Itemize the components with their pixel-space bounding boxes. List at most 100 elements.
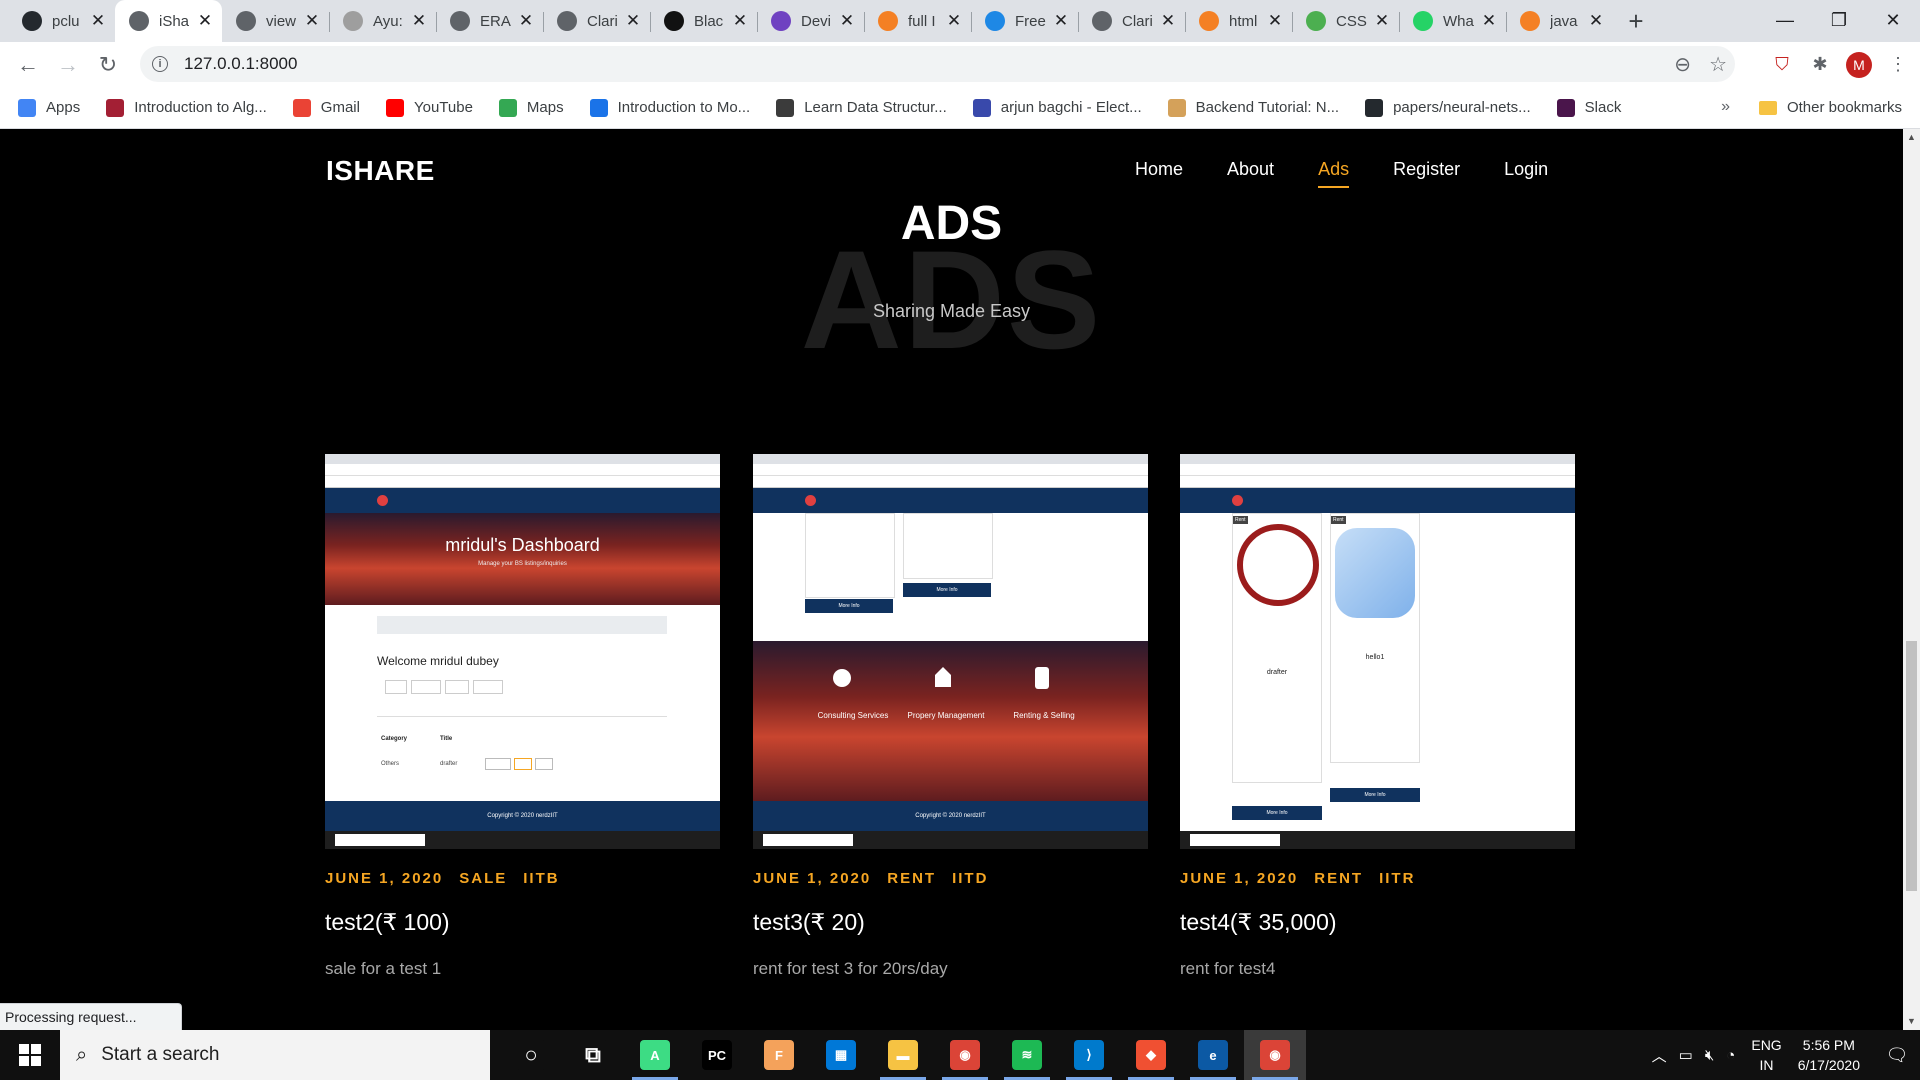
browser-tab[interactable]: java ✕ [1506, 0, 1613, 42]
listing-title[interactable]: test4(₹ 35,000) [1180, 909, 1575, 936]
tab-close-icon[interactable]: ✕ [1266, 11, 1284, 31]
bookmark-item[interactable]: Apps [18, 98, 80, 117]
info-icon[interactable]: i [152, 56, 168, 72]
browser-tab[interactable]: Devi ✕ [757, 0, 864, 42]
tab-close-icon[interactable]: ✕ [89, 11, 107, 31]
taskbar-app-chrome-active[interactable]: ◉ [1244, 1030, 1306, 1080]
listing-card[interactable]: Rent drafter More Info Rent hello1 More … [1180, 454, 1575, 979]
bookmark-item[interactable]: Slack [1556, 98, 1621, 117]
volume-muted-icon[interactable]: 🔇︎ [1705, 1047, 1714, 1064]
taskbar-app-vscode[interactable]: ⟩ [1058, 1030, 1120, 1080]
forward-icon[interactable]: → [48, 47, 88, 83]
listing-title[interactable]: test3(₹ 20) [753, 909, 1148, 936]
other-bookmarks[interactable]: Other bookmarks [1758, 99, 1902, 116]
tab-close-icon[interactable]: ✕ [1159, 11, 1177, 31]
taskbar-app-spotify[interactable]: ≋ [996, 1030, 1058, 1080]
browser-tab[interactable]: ERA ✕ [436, 0, 543, 42]
back-icon[interactable]: ← [8, 47, 48, 83]
extensions-puzzle-icon[interactable]: ✱ [1808, 53, 1832, 77]
tab-close-icon[interactable]: ✕ [410, 11, 428, 31]
nav-link-register[interactable]: Register [1393, 159, 1460, 188]
bookmark-item[interactable]: papers/neural-nets... [1365, 98, 1531, 117]
tab-close-icon[interactable]: ✕ [1587, 11, 1605, 31]
tab-close-icon[interactable]: ✕ [945, 11, 963, 31]
listing-thumbnail[interactable]: Rent drafter More Info Rent hello1 More … [1180, 454, 1575, 849]
bookmark-item[interactable]: Maps [498, 98, 564, 117]
listing-title[interactable]: test2(₹ 100) [325, 909, 720, 936]
taskbar-search[interactable]: ⌕ Start a search [60, 1030, 490, 1080]
menu-kebab-icon[interactable]: ⋮ [1886, 53, 1910, 77]
taskbar-app-cortana[interactable]: ○ [500, 1030, 562, 1080]
taskbar-app-foxit[interactable]: F [748, 1030, 810, 1080]
notification-center-icon[interactable]: 🗨︎ [1874, 1030, 1920, 1080]
listing-card[interactable]: More Info More Info Consulting Services … [753, 454, 1148, 979]
scroll-up-arrow-icon[interactable]: ▲ [1903, 129, 1920, 146]
browser-tab[interactable]: Clari ✕ [543, 0, 650, 42]
chevron-up-icon[interactable]: ︿ [1652, 1045, 1667, 1066]
tab-close-icon[interactable]: ✕ [1052, 11, 1070, 31]
listing-thumbnail[interactable]: More Info More Info Consulting Services … [753, 454, 1148, 849]
bookmark-item[interactable]: Learn Data Structur... [776, 98, 947, 117]
start-button[interactable] [0, 1030, 60, 1080]
bookmark-item[interactable]: arjun bagchi - Elect... [972, 98, 1142, 117]
nav-link-home[interactable]: Home [1135, 159, 1183, 188]
taskbar-app-git[interactable]: ◆ [1120, 1030, 1182, 1080]
taskbar-app-pycharm[interactable]: PC [686, 1030, 748, 1080]
tab-close-icon[interactable]: ✕ [517, 11, 535, 31]
bookmark-item[interactable]: Introduction to Alg... [106, 98, 267, 117]
page-scrollbar[interactable]: ▲ ▼ [1903, 129, 1920, 1030]
url-text[interactable]: 127.0.0.1:8000 [184, 54, 297, 74]
taskbar-app-file-explorer[interactable]: ▬ [872, 1030, 934, 1080]
bookmark-item[interactable]: Gmail [292, 98, 360, 117]
bookmark-item[interactable]: Introduction to Mo... [589, 98, 750, 117]
nav-link-login[interactable]: Login [1504, 159, 1548, 188]
taskbar-app-edge[interactable]: e [1182, 1030, 1244, 1080]
browser-tab[interactable]: Ayu: ✕ [329, 0, 436, 42]
listing-card[interactable]: mridul's Dashboard Manage your BS listin… [325, 454, 720, 979]
taskbar-app-android-studio[interactable]: A [624, 1030, 686, 1080]
taskbar-app-store[interactable]: ▦ [810, 1030, 872, 1080]
pocket-extension-icon[interactable]: ⛉ [1770, 53, 1794, 77]
site-logo[interactable]: ISHARE [326, 155, 435, 187]
minimize-icon[interactable]: — [1758, 0, 1812, 40]
tab-close-icon[interactable]: ✕ [1480, 11, 1498, 31]
browser-tab[interactable]: pclu ✕ [8, 0, 115, 42]
tab-close-icon[interactable]: ✕ [303, 11, 321, 31]
zoom-icon[interactable]: ⊖ [1674, 52, 1691, 77]
taskbar-app-task-view[interactable]: ⧉ [562, 1030, 624, 1080]
scrollbar-thumb[interactable] [1906, 641, 1917, 891]
scroll-down-arrow-icon[interactable]: ▼ [1903, 1013, 1920, 1030]
maximize-icon[interactable]: ❐ [1812, 0, 1866, 40]
new-tab-button[interactable]: + [1613, 0, 1659, 42]
tab-close-icon[interactable]: ✕ [731, 11, 749, 31]
reload-icon[interactable]: ↻ [88, 47, 128, 83]
tab-close-icon[interactable]: ✕ [624, 11, 642, 31]
browser-tab[interactable]: html ✕ [1185, 0, 1292, 42]
bookmark-item[interactable]: Backend Tutorial: N... [1167, 98, 1339, 117]
tab-close-icon[interactable]: ✕ [838, 11, 856, 31]
more-bookmarks-chevron-icon[interactable]: » [1721, 98, 1730, 116]
wifi-icon[interactable]: ◔ [1726, 1047, 1735, 1064]
tab-close-icon[interactable]: ✕ [196, 11, 214, 31]
taskbar-app-chrome[interactable]: ◉ [934, 1030, 996, 1080]
profile-avatar[interactable]: M [1846, 51, 1872, 78]
browser-tab[interactable]: CSS ✕ [1292, 0, 1399, 42]
browser-tab[interactable]: Blac ✕ [650, 0, 757, 42]
browser-tab[interactable]: Wha ✕ [1399, 0, 1506, 42]
bookmark-item[interactable]: YouTube [385, 98, 473, 117]
language-indicator[interactable]: ENG IN [1751, 1035, 1781, 1075]
tab-close-icon[interactable]: ✕ [1373, 11, 1391, 31]
browser-tab[interactable]: view ✕ [222, 0, 329, 42]
browser-tab[interactable]: Free ✕ [971, 0, 1078, 42]
bookmark-star-icon[interactable]: ☆ [1709, 52, 1727, 77]
battery-icon[interactable]: ▭ [1679, 1046, 1693, 1064]
address-bar[interactable]: i 127.0.0.1:8000 ⊖ ☆ [140, 46, 1735, 82]
listing-thumbnail[interactable]: mridul's Dashboard Manage your BS listin… [325, 454, 720, 849]
browser-tab[interactable]: full I ✕ [864, 0, 971, 42]
nav-link-about[interactable]: About [1227, 159, 1274, 188]
clock[interactable]: 5:56 PM 6/17/2020 [1798, 1035, 1860, 1075]
browser-tab[interactable]: iSha ✕ [115, 0, 222, 42]
close-window-icon[interactable]: ✕ [1866, 0, 1920, 40]
nav-link-ads[interactable]: Ads [1318, 159, 1350, 188]
browser-tab[interactable]: Clari ✕ [1078, 0, 1185, 42]
